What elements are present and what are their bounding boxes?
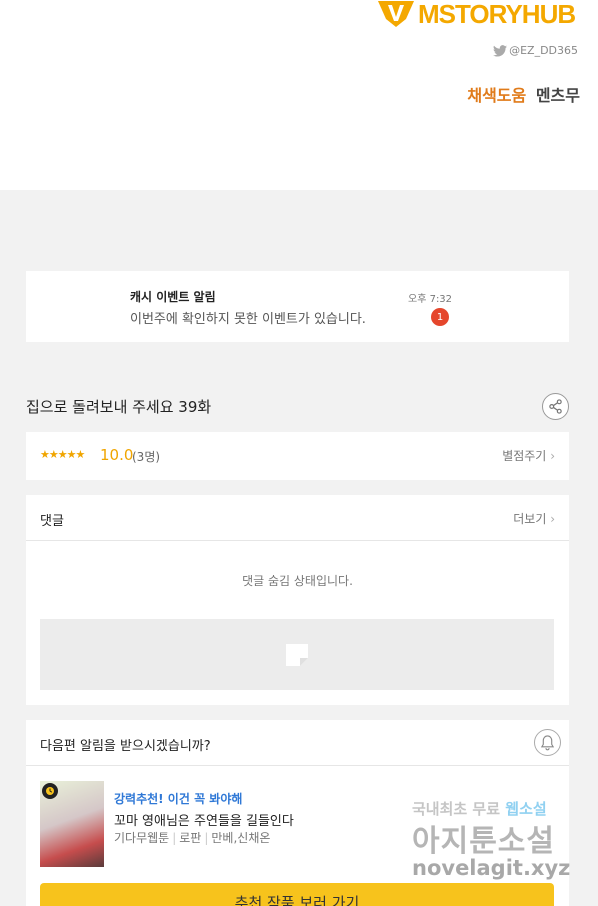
alert-question: 다음편 알림을 받으시겠습니까? (40, 739, 211, 754)
notice-title: 캐시 이벤트 알림 (130, 290, 216, 304)
rating-score: 10.0 (100, 446, 134, 464)
twitter-credit: @EZ_DD365 (493, 44, 578, 57)
view-recommended-button[interactable]: 추천 작품 보러 가기 (40, 883, 554, 906)
meta-divider: | (172, 831, 177, 845)
notice-time: 오후 7:32 (408, 294, 453, 305)
recommendation-meta: 기다무웹툰 | 로판 | 만베,신채온 (114, 829, 270, 846)
comments-label: 댓글 (40, 514, 64, 529)
comments-more-button[interactable]: 더보기 › (513, 510, 555, 527)
recommendation-category: 로판 (179, 831, 202, 845)
give-rating-label: 별점주기 (502, 449, 547, 463)
next-episode-alert-card: 다음편 알림을 받으시겠습니까? 강력추천! 이건 꼭 봐야해 꼬마 영애님은 … (26, 720, 569, 906)
notice-message: 이번주에 확인하지 못한 이벤트가 있습니다. (130, 312, 366, 327)
bell-icon (540, 734, 555, 750)
comments-card: 댓글 더보기 › 댓글 숨김 상태입니다. (26, 495, 569, 705)
credit-label: 채색도움 (467, 86, 527, 105)
alert-toggle-button[interactable] (534, 729, 561, 756)
logo-text: MSTORYHUB (418, 0, 576, 29)
rating-card: ★★★★★ 10.0 (3명) 별점주기 › (26, 432, 569, 480)
header-section: MSTORYHUB @EZ_DD365 채색도움 멘츠무 (0, 0, 598, 190)
recommended-thumbnail[interactable] (40, 781, 104, 867)
twitter-bird-icon (493, 44, 508, 57)
recommendation-tagline: 강력추천! 이건 꼭 봐야해 (114, 792, 243, 806)
rating-stars: ★★★★★ (40, 448, 85, 461)
coloring-credit: 채색도움 멘츠무 (467, 82, 580, 106)
cash-event-notice[interactable]: 캐시 이벤트 알림 이번주에 확인하지 못한 이벤트가 있습니다. 오후 7:3… (26, 271, 569, 342)
logo-mark-icon (378, 1, 414, 27)
comments-header: 댓글 더보기 › (26, 495, 569, 541)
notice-badge: 1 (431, 308, 449, 326)
comments-hidden-message: 댓글 숨김 상태입니다. (242, 574, 353, 588)
mstoryhub-logo: MSTORYHUB (376, 0, 576, 29)
chevron-right-icon: › (550, 512, 555, 526)
ad-placeholder[interactable] (40, 619, 554, 690)
rating-count: (3명) (132, 450, 161, 464)
ad-image-placeholder-icon (286, 643, 308, 666)
meta-divider: | (204, 831, 209, 845)
wait-free-clock-icon (42, 783, 58, 799)
share-button[interactable] (542, 393, 569, 420)
alert-header: 다음편 알림을 받으시겠습니까? (26, 720, 569, 766)
recommendation-authors: 만베,신채온 (211, 831, 271, 845)
comments-more-label: 더보기 (513, 512, 547, 526)
credit-name: 멘츠무 (535, 86, 580, 105)
share-icon (549, 399, 562, 414)
twitter-handle: @EZ_DD365 (509, 44, 578, 57)
recommendation-genre: 기다무웹툰 (114, 831, 170, 845)
chevron-right-icon: › (550, 449, 555, 463)
episode-title: 집으로 돌려보내 주세요 39화 (26, 398, 212, 416)
give-rating-button[interactable]: 별점주기 › (502, 447, 555, 464)
recommendation-title: 꼬마 영애님은 주연들을 길들인다 (114, 814, 294, 829)
